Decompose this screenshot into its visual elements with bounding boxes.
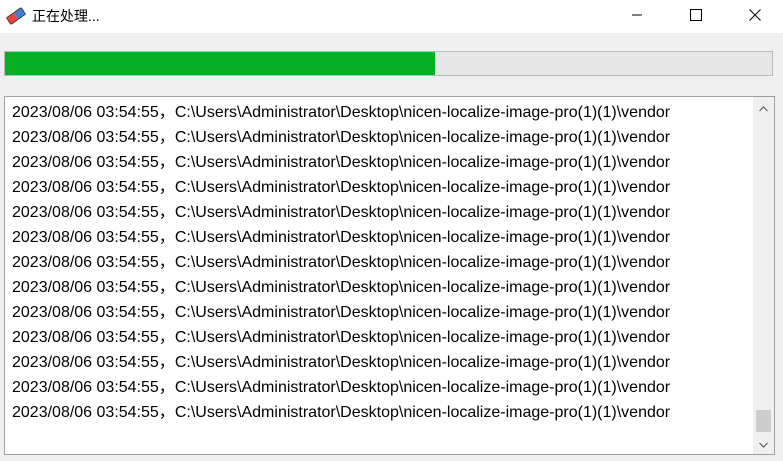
log-timestamp: 2023/08/06 03:54:55， bbox=[12, 354, 175, 371]
log-path: C:\Users\Administrator\Desktop\nicen-loc… bbox=[174, 179, 671, 196]
log-list[interactable]: 2023/08/06 03:54:55，C:\Users\Administrat… bbox=[4, 96, 775, 455]
log-path: C:\Users\Administrator\Desktop\nicen-loc… bbox=[174, 104, 671, 121]
log-timestamp: 2023/08/06 03:54:55， bbox=[12, 229, 175, 246]
log-timestamp: 2023/08/06 03:54:55， bbox=[12, 379, 175, 396]
minimize-button[interactable] bbox=[614, 0, 660, 33]
log-path: C:\Users\Administrator\Desktop\nicen-loc… bbox=[174, 304, 671, 321]
scroll-down-arrow-icon bbox=[759, 435, 768, 453]
log-timestamp: 2023/08/06 03:54:55， bbox=[12, 129, 175, 146]
progress-fill bbox=[5, 52, 435, 75]
close-button[interactable] bbox=[732, 0, 778, 33]
log-line: 2023/08/06 03:54:55，C:\Users\Administrat… bbox=[12, 325, 752, 350]
maximize-button[interactable] bbox=[673, 0, 719, 33]
vertical-scrollbar[interactable] bbox=[753, 97, 774, 454]
log-line: 2023/08/06 03:54:55，C:\Users\Administrat… bbox=[12, 250, 752, 275]
log-timestamp: 2023/08/06 03:54:55， bbox=[12, 304, 175, 321]
log-timestamp: 2023/08/06 03:54:55， bbox=[12, 104, 175, 121]
log-timestamp: 2023/08/06 03:54:55， bbox=[12, 154, 175, 171]
log-path: C:\Users\Administrator\Desktop\nicen-loc… bbox=[174, 329, 671, 346]
log-lines: 2023/08/06 03:54:55，C:\Users\Administrat… bbox=[12, 100, 752, 425]
window-title: 正在处理... bbox=[32, 8, 100, 24]
log-path: C:\Users\Administrator\Desktop\nicen-loc… bbox=[174, 254, 671, 271]
log-line: 2023/08/06 03:54:55，C:\Users\Administrat… bbox=[12, 350, 752, 375]
log-path: C:\Users\Administrator\Desktop\nicen-loc… bbox=[174, 279, 671, 296]
scroll-up-button[interactable] bbox=[753, 99, 774, 116]
log-line: 2023/08/06 03:54:55，C:\Users\Administrat… bbox=[12, 175, 752, 200]
log-line: 2023/08/06 03:54:55，C:\Users\Administrat… bbox=[12, 400, 752, 425]
log-path: C:\Users\Administrator\Desktop\nicen-loc… bbox=[174, 129, 671, 146]
log-timestamp: 2023/08/06 03:54:55， bbox=[12, 204, 175, 221]
log-timestamp: 2023/08/06 03:54:55， bbox=[12, 329, 175, 346]
progress-bar bbox=[4, 51, 773, 76]
log-line: 2023/08/06 03:54:55，C:\Users\Administrat… bbox=[12, 100, 752, 125]
log-timestamp: 2023/08/06 03:54:55， bbox=[12, 404, 175, 421]
minimize-icon bbox=[631, 8, 643, 26]
log-line: 2023/08/06 03:54:55，C:\Users\Administrat… bbox=[12, 375, 752, 400]
log-path: C:\Users\Administrator\Desktop\nicen-loc… bbox=[174, 154, 671, 171]
scroll-down-button[interactable] bbox=[753, 435, 774, 452]
log-path: C:\Users\Administrator\Desktop\nicen-loc… bbox=[174, 204, 671, 221]
eraser-icon bbox=[6, 7, 26, 25]
log-timestamp: 2023/08/06 03:54:55， bbox=[12, 254, 175, 271]
log-timestamp: 2023/08/06 03:54:55， bbox=[12, 279, 175, 296]
log-path: C:\Users\Administrator\Desktop\nicen-loc… bbox=[174, 229, 671, 246]
title-bar[interactable]: 正在处理... bbox=[0, 0, 783, 33]
log-line: 2023/08/06 03:54:55，C:\Users\Administrat… bbox=[12, 275, 752, 300]
log-line: 2023/08/06 03:54:55，C:\Users\Administrat… bbox=[12, 300, 752, 325]
log-line: 2023/08/06 03:54:55，C:\Users\Administrat… bbox=[12, 125, 752, 150]
log-path: C:\Users\Administrator\Desktop\nicen-loc… bbox=[174, 354, 671, 371]
scroll-thumb[interactable] bbox=[756, 410, 771, 432]
log-line: 2023/08/06 03:54:55，C:\Users\Administrat… bbox=[12, 200, 752, 225]
maximize-icon bbox=[690, 8, 702, 26]
log-timestamp: 2023/08/06 03:54:55， bbox=[12, 179, 175, 196]
log-path: C:\Users\Administrator\Desktop\nicen-loc… bbox=[174, 379, 671, 396]
log-line: 2023/08/06 03:54:55，C:\Users\Administrat… bbox=[12, 150, 752, 175]
close-icon bbox=[749, 8, 761, 26]
log-line: 2023/08/06 03:54:55，C:\Users\Administrat… bbox=[12, 225, 752, 250]
scroll-up-arrow-icon bbox=[759, 99, 768, 117]
log-path: C:\Users\Administrator\Desktop\nicen-loc… bbox=[174, 404, 671, 421]
